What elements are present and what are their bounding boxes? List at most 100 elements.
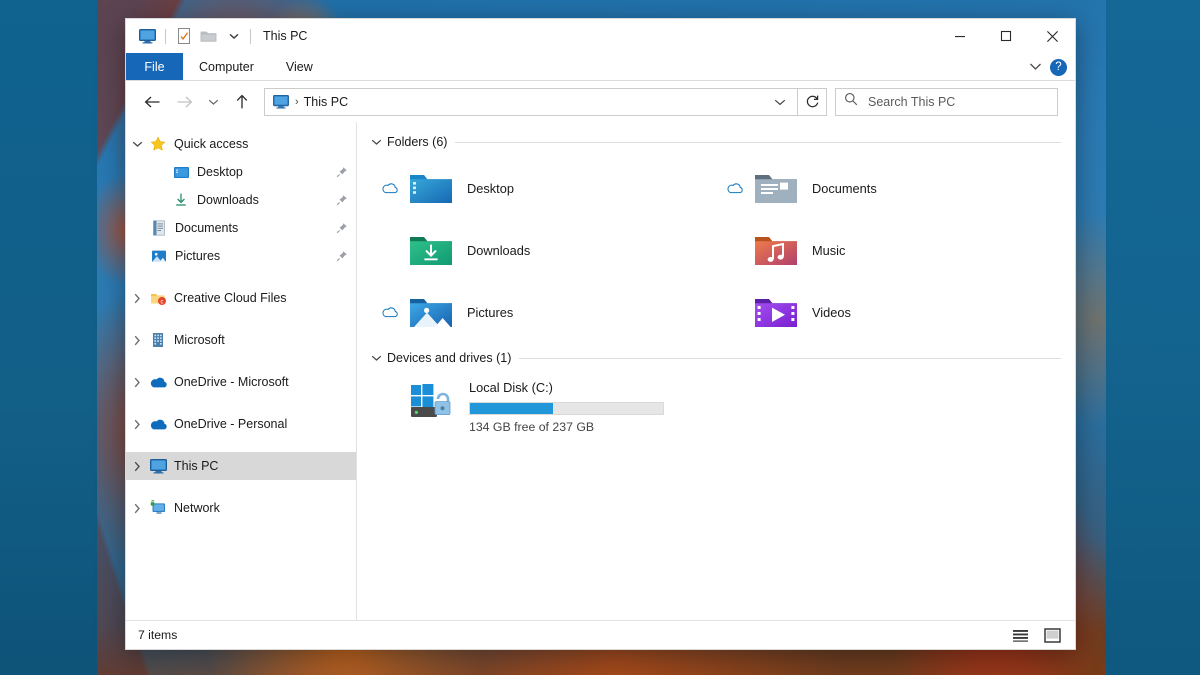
folder-tile-documents[interactable]: Documents (716, 157, 1061, 219)
drive-info: Local Disk (C:) 134 GB free of 237 GB (469, 377, 664, 434)
sidebar-item-creative-cloud-files[interactable]: c Creative Cloud Files (126, 284, 356, 312)
search-input[interactable]: Search This PC (835, 87, 1058, 116)
folder-label: Downloads (467, 242, 531, 258)
folder-tile-music[interactable]: Music (716, 219, 1061, 281)
folder-label: Documents (812, 180, 877, 196)
sidebar-item-pictures[interactable]: Pictures (126, 242, 356, 270)
ribbon-right-controls: ? (1029, 53, 1067, 81)
sidebar-item-documents[interactable]: Documents (126, 214, 356, 242)
pictures-folder-icon (407, 293, 455, 331)
forward-button[interactable] (168, 87, 200, 117)
chevron-right-icon[interactable] (126, 503, 148, 514)
recent-locations-button[interactable] (200, 87, 226, 117)
search-placeholder: Search This PC (868, 94, 956, 109)
file-list-pane[interactable]: Folders (6) Desktop Documents Downloads … (357, 122, 1075, 620)
folders-group-title: Folders (6) (387, 135, 448, 149)
chevron-right-icon[interactable] (126, 461, 148, 472)
chevron-down-icon[interactable] (371, 354, 387, 362)
chevron-down-icon[interactable] (126, 140, 148, 148)
drive-free-space: 134 GB free of 237 GB (469, 420, 595, 434)
up-button[interactable] (226, 87, 258, 117)
sidebar-item-downloads[interactable]: Downloads (126, 186, 356, 214)
tab-view[interactable]: View (270, 53, 329, 80)
chevron-right-icon[interactable] (126, 293, 148, 304)
breadcrumb-current[interactable]: This PC (304, 95, 348, 109)
search-icon (844, 92, 858, 111)
sidebar-item-label: Documents (175, 221, 239, 235)
item-count: 7 items (138, 628, 178, 642)
network-icon (148, 499, 168, 517)
chevron-down-icon[interactable] (1029, 58, 1042, 76)
star-icon (148, 135, 168, 153)
folder-tile-desktop[interactable]: Desktop (371, 157, 716, 219)
sidebar-item-label: Pictures (175, 249, 221, 263)
folder-label: Desktop (467, 180, 514, 196)
sidebar-item-this-pc[interactable]: This PC (126, 452, 356, 480)
tab-file[interactable]: File (126, 53, 183, 80)
title-divider (250, 28, 251, 44)
sidebar-item-label: Network (174, 501, 220, 515)
sidebar-item-onedrive-microsoft[interactable]: OneDrive - Microsoft (126, 368, 356, 396)
sidebar-item-label: Desktop (197, 165, 243, 179)
cloud-online-only-icon (718, 182, 752, 194)
file-explorer-window: This PC File Computer View ? › This PC S… (125, 18, 1076, 650)
maximize-button[interactable] (983, 19, 1029, 53)
ribbon-tab-bar: File Computer View ? (126, 53, 1075, 81)
folders-group-header[interactable]: Folders (6) (371, 131, 1061, 153)
desktop-folder-icon (171, 163, 191, 181)
chevron-right-icon[interactable] (126, 419, 148, 430)
customize-dropdown-icon[interactable] (221, 23, 246, 49)
this-pc-icon[interactable] (135, 23, 160, 49)
sidebar-item-onedrive-personal[interactable]: OneDrive - Personal (126, 410, 356, 438)
sidebar-item-label: Microsoft (174, 333, 225, 347)
back-button[interactable] (136, 87, 168, 117)
chevron-right-icon[interactable] (126, 377, 148, 388)
window-body: Quick access Desktop Downloads Documents… (126, 122, 1075, 620)
folder-label: Pictures (467, 304, 514, 320)
videos-folder-icon (752, 293, 800, 331)
chevron-down-icon[interactable] (371, 138, 387, 146)
drive-tile-local-disk-c[interactable]: Local Disk (C:) 134 GB free of 237 GB (371, 377, 1061, 439)
devices-group-header[interactable]: Devices and drives (1) (371, 347, 1061, 369)
sidebar-item-desktop[interactable]: Desktop (126, 158, 356, 186)
documents-folder-icon (752, 169, 800, 207)
sidebar-item-label: Quick access (174, 137, 249, 151)
svg-text:c: c (160, 299, 163, 305)
refresh-button[interactable] (798, 87, 827, 116)
tab-computer[interactable]: Computer (183, 53, 270, 80)
qat-divider-1 (165, 28, 166, 44)
close-button[interactable] (1029, 19, 1075, 53)
properties-icon[interactable] (171, 23, 196, 49)
address-bar[interactable]: › This PC (264, 87, 798, 116)
navigation-pane[interactable]: Quick access Desktop Downloads Documents… (126, 122, 357, 620)
sidebar-item-network[interactable]: Network (126, 494, 356, 522)
large-icons-view-button[interactable] (1041, 624, 1063, 646)
pin-icon[interactable] (336, 250, 348, 262)
folder-tile-videos[interactable]: Videos (716, 281, 1061, 343)
pin-icon[interactable] (336, 222, 348, 234)
downloads-folder-icon (407, 231, 455, 269)
music-folder-icon (752, 231, 800, 269)
pin-icon[interactable] (336, 166, 348, 178)
help-icon[interactable]: ? (1050, 58, 1067, 76)
quick-access-toolbar: This PC (126, 19, 307, 53)
group-divider (519, 357, 1061, 359)
sidebar-item-label: OneDrive - Personal (174, 417, 288, 431)
devices-group-title: Devices and drives (1) (387, 351, 512, 365)
address-dropdown-icon[interactable] (769, 98, 791, 106)
sidebar-item-quick-access[interactable]: Quick access (126, 130, 356, 158)
folder-tile-pictures[interactable]: Pictures (371, 281, 716, 343)
chevron-right-icon[interactable] (126, 335, 148, 346)
minimize-button[interactable] (937, 19, 983, 53)
details-view-button[interactable] (1009, 624, 1031, 646)
folder-label: Music (812, 242, 846, 258)
breadcrumb-separator: › (295, 95, 299, 108)
pin-icon[interactable] (336, 194, 348, 206)
title-bar[interactable]: This PC (126, 19, 1075, 53)
windows-drive-bitlocker-icon (407, 377, 463, 423)
sidebar-item-microsoft[interactable]: Microsoft (126, 326, 356, 354)
window-title: This PC (263, 29, 308, 43)
new-folder-icon[interactable] (196, 23, 221, 49)
wallpaper-right-edge (1106, 0, 1200, 675)
folder-tile-downloads[interactable]: Downloads (371, 219, 716, 281)
